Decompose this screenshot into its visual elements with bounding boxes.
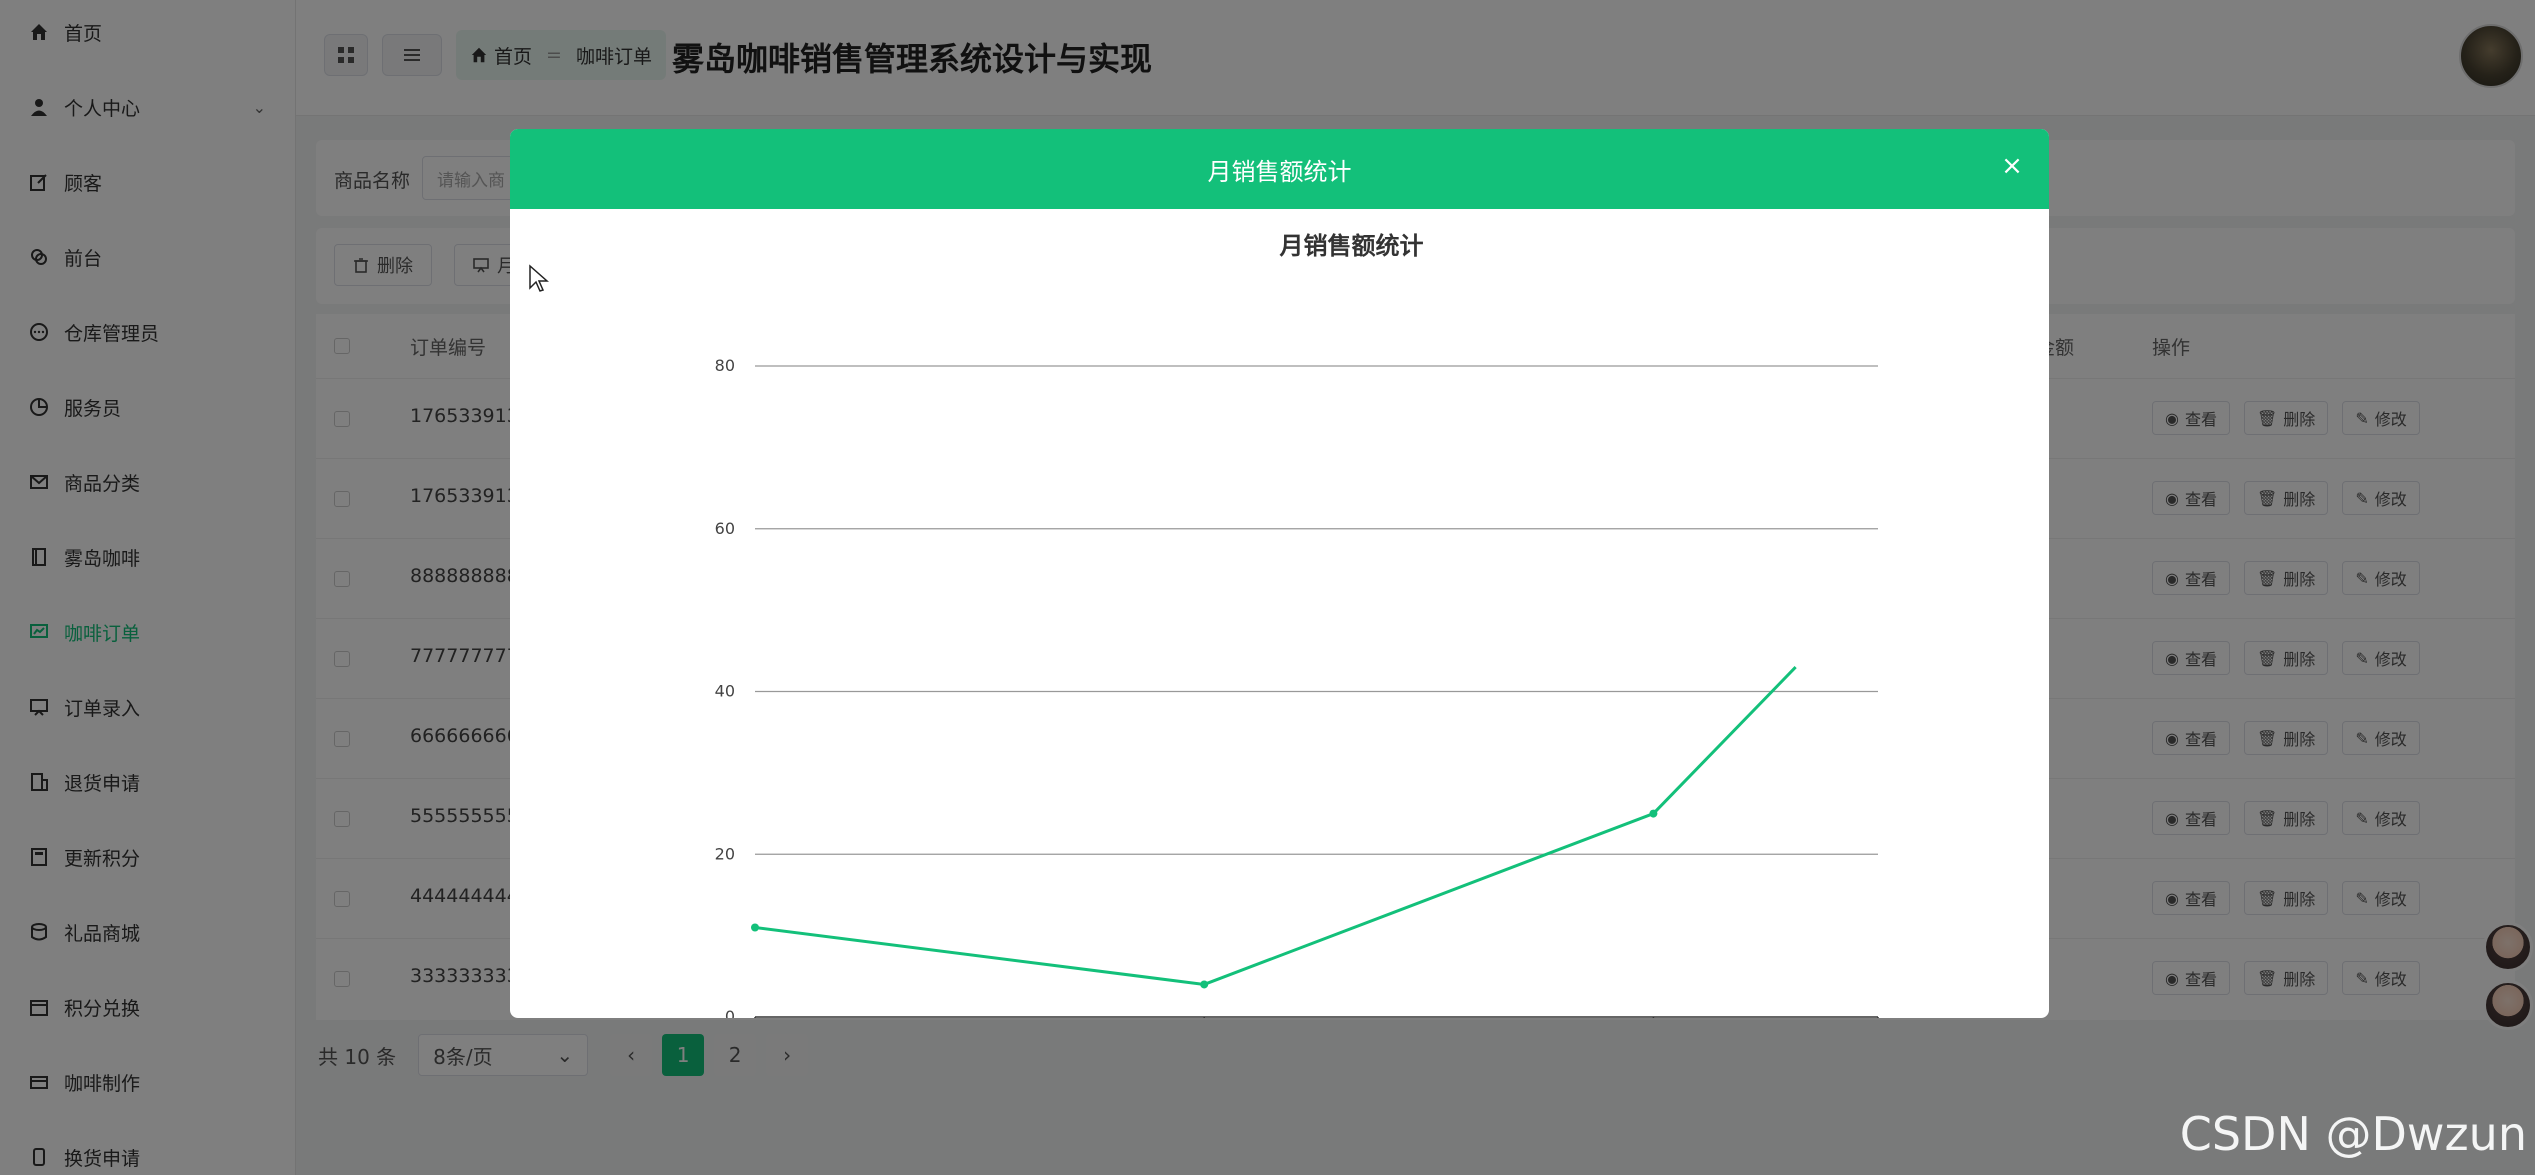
sales-line-chart: 月销售额统计0204060802025-072025-092025-112025… [715, 232, 1879, 1018]
data-point [751, 923, 759, 932]
data-point [1200, 980, 1209, 989]
watermark: CSDN @Dwzun [2179, 1107, 2527, 1161]
chart-modal: 月销售额统计 × 月销售额统计0204060802025-072025-0920… [510, 129, 2049, 1018]
y-tick-label: 40 [715, 682, 735, 701]
data-point [1649, 809, 1658, 818]
close-icon[interactable]: × [1997, 151, 2027, 181]
y-tick-label: 20 [715, 844, 735, 863]
modal-title: 月销售额统计 [1207, 157, 1352, 186]
series-line [754, 666, 1797, 986]
modal-header: 月销售额统计 × [510, 129, 2049, 209]
mouse-cursor-icon [529, 264, 549, 292]
y-tick-label: 0 [725, 1007, 735, 1018]
chart-title: 月销售额统计 [1279, 232, 1424, 260]
y-tick-label: 80 [715, 356, 735, 375]
y-tick-label: 60 [715, 519, 735, 538]
